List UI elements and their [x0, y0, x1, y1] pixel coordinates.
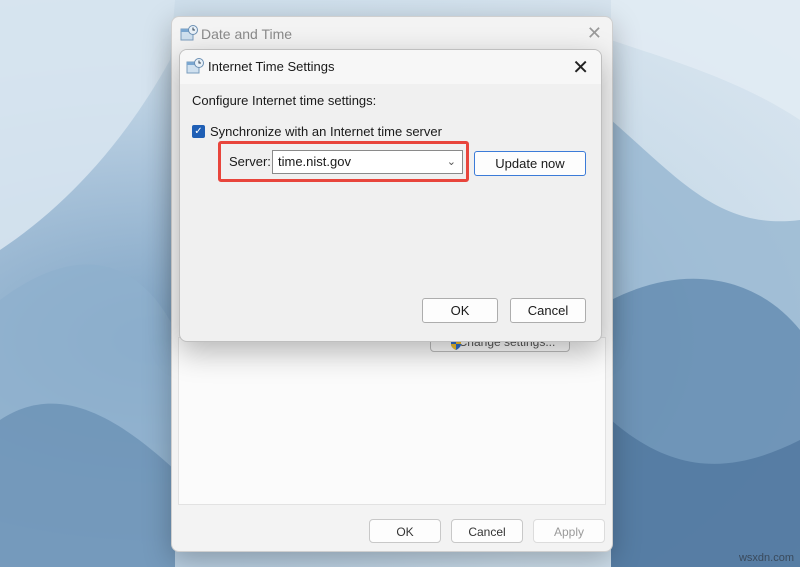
watermark: wsxdn.com	[738, 552, 794, 564]
background-ok-button[interactable]: OK	[369, 519, 441, 543]
date-and-time-content	[178, 337, 606, 505]
dialog-cancel-label: Cancel	[527, 303, 569, 318]
update-now-label: Update now	[495, 156, 565, 171]
date-time-app-icon	[180, 25, 198, 41]
dialog-title: Internet Time Settings	[208, 59, 335, 74]
dialog-ok-label: OK	[450, 303, 470, 318]
background-ok-label: OK	[396, 525, 414, 539]
update-now-button[interactable]: Update now	[474, 151, 586, 176]
dialog-cancel-button[interactable]: Cancel	[510, 298, 586, 323]
sync-checkbox[interactable]: ✓	[192, 125, 205, 138]
date-and-time-titlebar: Date and Time ✕	[172, 17, 612, 51]
internet-time-settings-dialog: Internet Time Settings ✕ Configure Inter…	[179, 49, 602, 342]
configure-label: Configure Internet time settings:	[192, 93, 377, 108]
background-close-icon[interactable]: ✕	[587, 23, 602, 44]
sync-checkbox-label: Synchronize with an Internet time server	[210, 124, 442, 139]
date-and-time-title: Date and Time	[201, 26, 293, 42]
dialog-titlebar: Internet Time Settings ✕	[180, 50, 601, 84]
background-cancel-button[interactable]: Cancel	[451, 519, 523, 543]
date-time-app-icon	[186, 58, 204, 74]
background-apply-label: Apply	[553, 525, 585, 539]
dialog-ok-button[interactable]: OK	[422, 298, 498, 323]
background-cancel-label: Cancel	[468, 525, 506, 539]
chevron-down-icon: ⌄	[446, 156, 456, 168]
sync-checkbox-row[interactable]: ✓ Synchronize with an Internet time serv…	[192, 124, 442, 139]
server-label: Server:	[229, 154, 271, 169]
server-value: time.nist.gov	[278, 154, 351, 169]
server-dropdown[interactable]: time.nist.gov ⌄	[272, 150, 463, 174]
background-apply-button[interactable]: Apply	[533, 519, 605, 543]
dialog-close-icon[interactable]: ✕	[572, 55, 589, 80]
